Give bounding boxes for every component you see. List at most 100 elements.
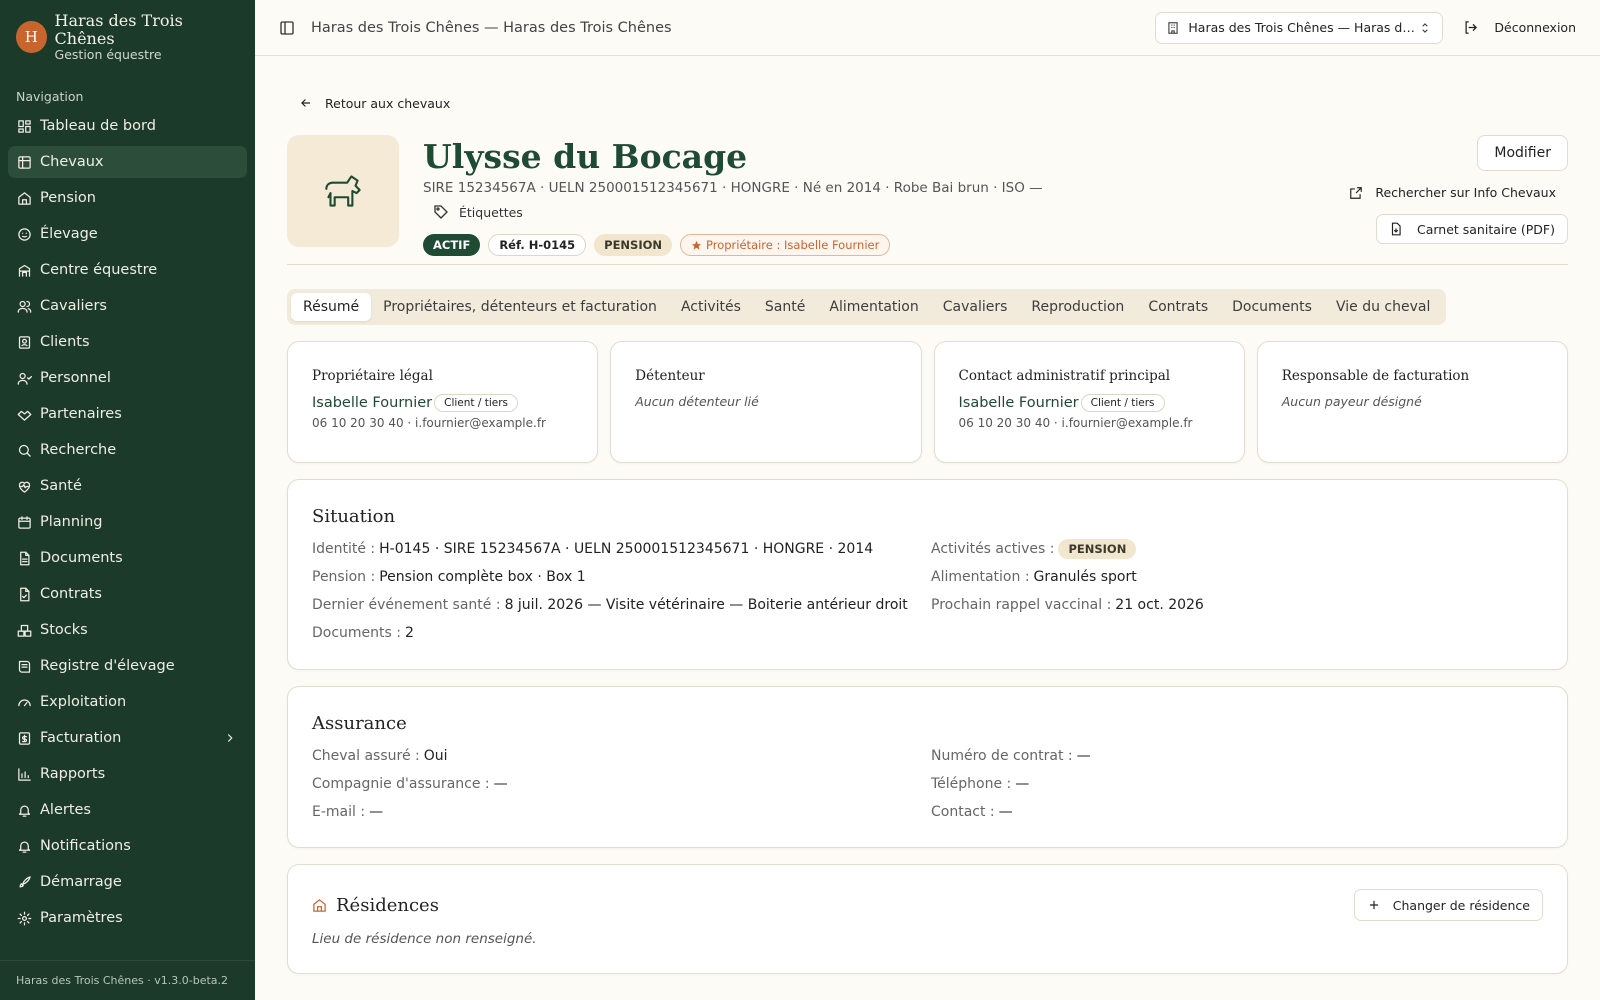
- search-icon: [16, 442, 32, 458]
- sidebar-item-label: Santé: [40, 478, 82, 494]
- sidebar-item-label: Pension: [40, 190, 96, 206]
- tab-feeding[interactable]: Alimentation: [817, 293, 930, 321]
- horse-badges: ACTIF Réf. H-0145 PENSION Propriétaire :…: [423, 234, 1043, 256]
- sidebar-item-settings[interactable]: Paramètres: [8, 902, 247, 934]
- owner-contact: 06 10 20 30 40 · i.fournier@example.fr: [312, 416, 546, 430]
- pension-row: Pension : Pension complète box · Box 1: [312, 569, 586, 585]
- contact-icon: [16, 334, 32, 350]
- info-chevaux-label: Rechercher sur Info Chevaux: [1375, 185, 1556, 200]
- admin-name-link[interactable]: Isabelle Fournier: [959, 395, 1079, 411]
- client-type-badge: Client / tiers: [1080, 394, 1165, 412]
- building-icon: [1168, 21, 1179, 34]
- boxes-icon: [16, 622, 32, 638]
- sidebar-item-search[interactable]: Recherche: [8, 434, 247, 466]
- tab-contracts[interactable]: Contrats: [1136, 293, 1220, 321]
- sidebar-item-label: Clients: [40, 334, 90, 350]
- sidebar-item-documents[interactable]: Documents: [8, 542, 247, 574]
- tab-riders[interactable]: Cavaliers: [931, 293, 1020, 321]
- tags-button[interactable]: Étiquettes: [433, 204, 1043, 220]
- sidebar-item-getting-started[interactable]: Démarrage: [8, 866, 247, 898]
- sidebar-item-pension[interactable]: Pension: [8, 182, 247, 214]
- sidebar-item-breeding[interactable]: Élevage: [8, 218, 247, 250]
- sidebar-item-billing[interactable]: Facturation: [8, 722, 247, 754]
- site-select-value: Haras des Trois Chênes — Haras de...: [1188, 20, 1419, 35]
- invoice-icon: [16, 730, 32, 746]
- identity-row: Identité : H-0145 · SIRE 15234567A · UELN…: [312, 541, 874, 557]
- section-title: Situation: [312, 506, 396, 527]
- sidebar-item-health[interactable]: Santé: [8, 470, 247, 502]
- residences-card: Résidences Changer de résidence Lieu de …: [287, 864, 1568, 974]
- horse-identifiers: SIRE 15234567A · UELN 250001512345671 · …: [423, 180, 1043, 196]
- sidebar-item-label: Centre équestre: [40, 262, 158, 278]
- horse-header: Ulysse du Bocage SIRE 15234567A · UELN 2…: [287, 135, 1568, 265]
- sidebar-item-label: Contrats: [40, 586, 102, 602]
- info-chevaux-link[interactable]: Rechercher sur Info Chevaux: [1349, 185, 1556, 200]
- sidebar-item-partners[interactable]: Partenaires: [8, 398, 247, 430]
- feeding-row: Alimentation : Granulés sport: [931, 569, 1137, 585]
- sidebar-item-riding-school[interactable]: Centre équestre: [8, 254, 247, 286]
- tab-activities[interactable]: Activités: [669, 293, 753, 321]
- sidebar-item-notifications[interactable]: Notifications: [8, 830, 247, 862]
- activity-badge: PENSION: [594, 234, 673, 256]
- home-icon: [16, 190, 32, 206]
- sidebar-item-riders[interactable]: Cavaliers: [8, 290, 247, 322]
- sidebar-item-horses[interactable]: Chevaux: [8, 146, 247, 178]
- file-download-icon: [1391, 222, 1401, 236]
- tab-health[interactable]: Santé: [753, 293, 817, 321]
- tab-owners-billing[interactable]: Propriétaires, détenteurs et facturation: [371, 293, 669, 321]
- change-residence-button[interactable]: Changer de résidence: [1353, 889, 1543, 921]
- tab-horse-life[interactable]: Vie du cheval: [1324, 293, 1442, 321]
- change-residence-label: Changer de résidence: [1392, 897, 1530, 913]
- logout-button[interactable]: Déconnexion: [1463, 20, 1576, 35]
- star-icon: [691, 240, 702, 250]
- tab-documents[interactable]: Documents: [1220, 293, 1324, 321]
- section-title: Assurance: [312, 713, 407, 734]
- tab-summary[interactable]: Résumé: [291, 293, 372, 321]
- sidebar-item-label: Démarrage: [40, 874, 122, 890]
- site-select[interactable]: Haras des Trois Chênes — Haras de...: [1155, 11, 1444, 44]
- sidebar: H Haras des Trois Chênes Gestion équestr…: [0, 0, 255, 1000]
- sidebar-nav: Tableau de bord Chevaux Pension Élevage …: [0, 110, 255, 938]
- card-title: Détenteur: [635, 368, 705, 384]
- sidebar-item-contracts[interactable]: Contrats: [8, 578, 247, 610]
- health-record-pdf-button[interactable]: Carnet sanitaire (PDF): [1375, 214, 1568, 244]
- logout-label: Déconnexion: [1494, 20, 1576, 35]
- sidebar-item-staff[interactable]: Personnel: [8, 362, 247, 394]
- sidebar-item-dashboard[interactable]: Tableau de bord: [8, 110, 247, 142]
- heart-pulse-icon: [16, 478, 32, 494]
- sidebar-item-clients[interactable]: Clients: [8, 326, 247, 358]
- sidebar-item-label: Partenaires: [40, 406, 122, 422]
- owner-name-link[interactable]: Isabelle Fournier: [312, 395, 432, 411]
- back-to-horses-link[interactable]: Retour aux chevaux: [287, 95, 1568, 111]
- insurance-card: Assurance Cheval assuré : Oui Numéro de c…: [287, 686, 1568, 848]
- section-title: Résidences: [336, 894, 439, 916]
- sidebar-toggle-icon[interactable]: [279, 19, 297, 37]
- horse-tabs: Résumé Propriétaires, détenteurs et fact…: [287, 289, 1447, 325]
- sidebar-item-stocks[interactable]: Stocks: [8, 614, 247, 646]
- arrow-left-icon: [301, 99, 311, 107]
- sidebar-item-operations[interactable]: Exploitation: [8, 686, 247, 718]
- email-row: E-mail : —: [312, 804, 384, 820]
- tag-icon: [434, 205, 448, 219]
- active-activities-row: Activités actives : PENSION: [931, 535, 1543, 563]
- sidebar-item-label: Élevage: [40, 226, 98, 242]
- sidebar-item-planning[interactable]: Planning: [8, 506, 247, 538]
- last-health-event-row: Dernier événement santé :8 juil. 2026 — …: [312, 597, 908, 613]
- brand[interactable]: H Haras des Trois Chênes Gestion équestr…: [0, 0, 255, 61]
- tab-reproduction[interactable]: Reproduction: [1019, 293, 1136, 321]
- calendar-icon: [16, 514, 32, 530]
- edit-button[interactable]: Modifier: [1477, 135, 1568, 171]
- page-context-title: Haras des Trois Chênes — Haras des Trois…: [311, 19, 672, 36]
- sidebar-item-breeding-register[interactable]: Registre d'élevage: [8, 650, 247, 682]
- owner-badge: Propriétaire : Isabelle Fournier: [680, 234, 891, 256]
- sidebar-item-label: Cavaliers: [40, 298, 107, 314]
- gear-icon: [16, 910, 32, 926]
- brand-logo: H: [16, 21, 47, 53]
- card-title: Propriétaire légal: [312, 368, 433, 384]
- sidebar-item-label: Alertes: [40, 802, 91, 818]
- sidebar-item-label: Rapports: [40, 766, 106, 782]
- admin-contact: 06 10 20 30 40 · i.fournier@example.fr: [958, 416, 1193, 430]
- sidebar-item-alerts[interactable]: Alertes: [8, 794, 247, 826]
- sidebar-item-reports[interactable]: Rapports: [8, 758, 247, 790]
- insured-row: Cheval assuré : Oui: [312, 748, 448, 764]
